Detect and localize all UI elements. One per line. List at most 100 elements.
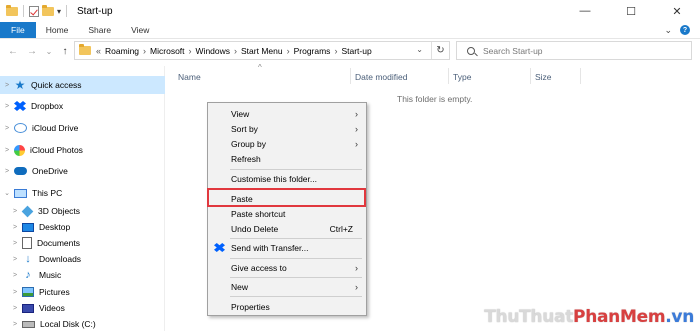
menu-item-group-by[interactable]: Group by ›	[208, 136, 366, 151]
breadcrumb-start-up[interactable]: Start-up	[341, 46, 371, 56]
search-icon	[467, 46, 475, 55]
expand-arrow-icon[interactable]: >	[8, 240, 22, 247]
sidebar-item-this-pc[interactable]: ⌄ This PC	[0, 184, 165, 202]
folder-icon[interactable]	[6, 4, 18, 16]
customize-toolbar-icon[interactable]: ▾	[57, 7, 61, 16]
column-header-date-modified[interactable]: Date modified	[355, 70, 407, 84]
menu-item-undo-delete[interactable]: Undo Delete Ctrl+Z	[208, 221, 366, 236]
sidebar-item-label: Desktop	[39, 222, 71, 232]
sidebar-item-onedrive[interactable]: > OneDrive	[0, 162, 165, 180]
sidebar-item-label: Music	[39, 270, 62, 280]
divider	[66, 5, 68, 17]
expand-arrow-icon[interactable]: >	[0, 82, 14, 89]
sidebar-item-label: Videos	[39, 303, 65, 313]
sidebar-item-icloud-drive[interactable]: > iCloud Drive	[0, 119, 165, 137]
column-header-name[interactable]: Name	[178, 70, 201, 84]
expand-arrow-icon[interactable]: >	[0, 125, 14, 132]
breadcrumb-separator-icon[interactable]: ›	[189, 46, 192, 56]
help-icon[interactable]: ?	[680, 25, 690, 35]
desktop-icon	[22, 222, 34, 232]
videos-icon	[22, 303, 34, 313]
menu-item-new[interactable]: New ›	[208, 279, 366, 294]
search-box[interactable]: Search Start-up	[456, 41, 692, 60]
expand-ribbon-icon[interactable]: ⌄	[664, 25, 672, 36]
breadcrumb-overflow-icon[interactable]: «	[96, 46, 101, 56]
sidebar-item-icloud-photos[interactable]: > iCloud Photos	[0, 141, 165, 159]
menu-item-label: Refresh	[231, 153, 261, 164]
minimize-button[interactable]: —	[562, 0, 608, 22]
recent-locations-icon[interactable]: ⌄	[42, 47, 56, 56]
address-bar[interactable]: « Roaming › Microsoft › Windows › Start …	[74, 41, 450, 60]
menu-item-label: Sort by	[231, 123, 258, 134]
expand-arrow-icon[interactable]: >	[8, 305, 22, 312]
tab-share[interactable]: Share	[78, 22, 121, 38]
forward-arrow-icon[interactable]: →	[25, 46, 39, 57]
menu-item-sort-by[interactable]: Sort by ›	[208, 121, 366, 136]
up-arrow-icon[interactable]: ↑	[58, 46, 72, 57]
breadcrumb-separator-icon[interactable]: ›	[334, 46, 337, 56]
column-divider[interactable]	[448, 68, 449, 84]
cube-icon	[21, 205, 34, 217]
breadcrumb-microsoft[interactable]: Microsoft	[150, 46, 184, 56]
watermark-part: ThuThuat	[484, 307, 574, 327]
submenu-arrow-icon: ›	[355, 108, 358, 119]
sidebar-item-label: iCloud Photos	[30, 145, 83, 155]
sidebar-item-local-disk[interactable]: > Local Disk (C:)	[0, 315, 165, 331]
menu-item-properties[interactable]: Properties	[208, 299, 366, 314]
expand-arrow-icon[interactable]: >	[8, 289, 22, 296]
expand-arrow-icon[interactable]: >	[8, 208, 22, 215]
breadcrumb-start-menu[interactable]: Start Menu	[241, 46, 283, 56]
back-arrow-icon[interactable]: ←	[6, 46, 20, 57]
column-divider[interactable]	[530, 68, 531, 84]
dropbox-icon	[214, 243, 225, 252]
column-header-type[interactable]: Type	[453, 70, 471, 84]
refresh-icon[interactable]: ↻	[431, 42, 449, 59]
tab-home[interactable]: Home	[36, 22, 79, 38]
menu-item-refresh[interactable]: Refresh	[208, 151, 366, 166]
sidebar-item-music[interactable]: > ♪ Music	[0, 266, 165, 284]
search-input[interactable]: Search Start-up	[483, 46, 543, 56]
menu-separator	[230, 258, 362, 259]
properties-icon[interactable]	[29, 5, 39, 17]
sidebar-item-quick-access[interactable]: > ★ Quick access	[0, 76, 165, 94]
sidebar-item-label: OneDrive	[32, 166, 68, 176]
onedrive-icon	[14, 167, 27, 175]
navigation-bar: ← → ⌄ ↑ « Roaming › Microsoft › Windows …	[0, 39, 700, 63]
tab-file[interactable]: File	[0, 22, 36, 38]
expand-arrow-icon[interactable]: >	[0, 168, 14, 175]
menu-separator	[230, 169, 362, 170]
breadcrumb-windows[interactable]: Windows	[196, 46, 230, 56]
document-icon	[22, 237, 32, 249]
menu-item-view[interactable]: View ›	[208, 106, 366, 121]
menu-item-paste-shortcut[interactable]: Paste shortcut	[208, 206, 366, 221]
column-header-size[interactable]: Size	[535, 70, 552, 84]
star-icon: ★	[14, 77, 26, 92]
breadcrumb-separator-icon[interactable]: ›	[143, 46, 146, 56]
menu-item-send-with-transfer[interactable]: Send with Transfer...	[208, 240, 366, 255]
sidebar-item-dropbox[interactable]: > Dropbox	[0, 97, 165, 115]
sidebar-item-label: iCloud Drive	[32, 123, 79, 133]
expand-arrow-icon[interactable]: >	[8, 224, 22, 231]
expand-arrow-icon[interactable]: >	[0, 103, 14, 110]
expand-arrow-icon[interactable]: >	[0, 147, 14, 154]
tab-view[interactable]: View	[121, 22, 159, 38]
menu-item-give-access-to[interactable]: Give access to ›	[208, 260, 366, 275]
sidebar-item-label: 3D Objects	[38, 206, 81, 216]
close-button[interactable]: ✕	[654, 0, 700, 22]
breadcrumb-separator-icon[interactable]: ›	[234, 46, 237, 56]
new-folder-icon[interactable]	[42, 4, 54, 16]
column-divider[interactable]	[350, 68, 351, 84]
expand-arrow-icon[interactable]: >	[8, 321, 22, 328]
column-divider[interactable]	[580, 68, 581, 84]
breadcrumb-programs[interactable]: Programs	[294, 46, 331, 56]
breadcrumb-roaming[interactable]: Roaming	[105, 46, 139, 56]
address-dropdown-icon[interactable]: ⌄	[416, 45, 423, 54]
dropbox-icon	[14, 101, 26, 111]
collapse-arrow-icon[interactable]: ⌄	[0, 189, 14, 197]
expand-arrow-icon[interactable]: >	[8, 272, 22, 279]
maximize-button[interactable]: ☐	[608, 0, 654, 22]
window-controls: — ☐ ✕	[562, 0, 700, 22]
breadcrumb-separator-icon[interactable]: ›	[287, 46, 290, 56]
menu-item-customise-folder[interactable]: Customise this folder...	[208, 171, 366, 186]
expand-arrow-icon[interactable]: >	[8, 256, 22, 263]
